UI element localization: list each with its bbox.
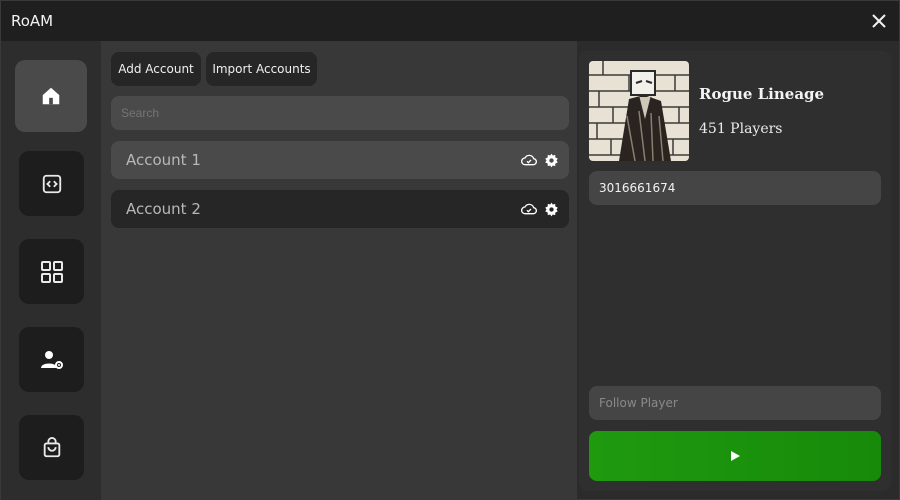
home-icon (42, 87, 60, 105)
play-icon (731, 451, 740, 461)
grid-icon (40, 260, 63, 283)
follow-player-field[interactable]: Follow Player (589, 386, 881, 420)
search-input[interactable] (111, 96, 569, 130)
account-actions (521, 201, 559, 217)
account-name: Account 1 (126, 151, 201, 169)
app-window: RoAM Add Account Import Accounts Search … (0, 0, 900, 500)
gear-icon (544, 153, 558, 167)
shopping-bag-icon (43, 436, 60, 457)
game-title: Rogue Lineage (699, 85, 825, 103)
app-title: RoAM (11, 12, 54, 30)
account-name: Account 2 (126, 200, 201, 218)
cloud-check-icon (521, 203, 537, 215)
code-icon (42, 174, 61, 193)
cloud-check-icon (521, 154, 537, 166)
account-list-panel: Add Account Import Accounts Account 1 (101, 41, 577, 500)
account-row[interactable]: Account 1 (111, 141, 569, 179)
account-settings-button[interactable] (543, 152, 559, 168)
sidebar-item-home[interactable] (15, 60, 87, 132)
account-settings-button[interactable] (543, 201, 559, 217)
sidebar-item-script[interactable] (19, 151, 84, 216)
add-account-button[interactable]: Add Account (111, 52, 201, 86)
account-actions (521, 152, 559, 168)
game-thumbnail-image (589, 61, 689, 161)
sidebar (1, 41, 101, 500)
cloud-sync-button[interactable] (521, 152, 537, 168)
game-panel: Rogue Lineage 451 Players 3016661674 Fol… (579, 51, 891, 491)
close-icon (872, 14, 886, 28)
place-id-field[interactable]: 3016661674 (589, 171, 881, 205)
sidebar-item-apps[interactable] (19, 239, 84, 304)
close-button[interactable] (867, 9, 891, 33)
gear-icon (544, 202, 558, 216)
player-count: 451 Players (699, 121, 783, 137)
game-thumbnail (589, 61, 689, 161)
cloud-sync-button[interactable] (521, 201, 537, 217)
play-button[interactable] (589, 431, 881, 481)
user-gear-icon (40, 350, 63, 369)
account-row[interactable]: Account 2 (111, 190, 569, 228)
title-bar: RoAM (1, 1, 899, 41)
sidebar-item-account-settings[interactable] (19, 327, 84, 392)
import-accounts-button[interactable]: Import Accounts (206, 52, 317, 86)
sidebar-item-shop[interactable] (19, 415, 84, 480)
